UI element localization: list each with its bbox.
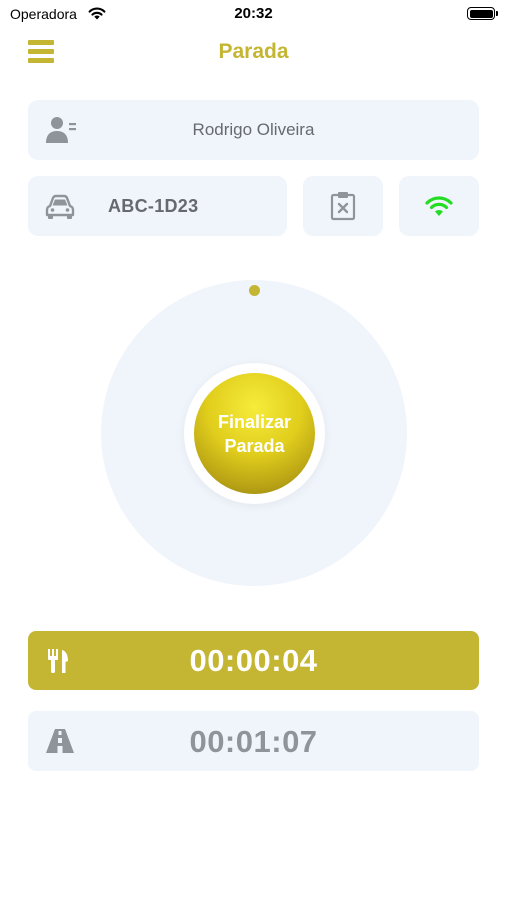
car-icon [45, 194, 75, 219]
meal-timer: 00:00:04 [28, 631, 479, 690]
clipboard-button[interactable] [303, 176, 383, 236]
drive-timer-value: 00:01:07 [189, 724, 318, 759]
meal-timer-value: 00:00:04 [189, 643, 318, 678]
drive-timer: 00:01:07 [28, 711, 479, 771]
status-time: 20:32 [234, 5, 273, 22]
clipboard-x-icon [330, 192, 356, 221]
status-bar: Operadora 20:32 [0, 0, 507, 30]
finish-stop-label-line2: Parada [224, 435, 285, 456]
wifi-icon [425, 196, 453, 216]
finish-stop-label-line1: Finalizar [217, 411, 292, 432]
driver-name: Rodrigo Oliveira [192, 120, 315, 139]
page-title: Parada [218, 40, 289, 63]
vehicle-card: ABC-1D23 [28, 176, 287, 236]
battery-icon [467, 7, 498, 20]
driver-card: Rodrigo Oliveira [28, 100, 479, 160]
vehicle-plate: ABC-1D23 [108, 196, 199, 216]
dial-progress-dot [249, 285, 260, 296]
connection-status [399, 176, 479, 236]
finish-stop-button[interactable]: Finalizar Parada [194, 373, 315, 494]
